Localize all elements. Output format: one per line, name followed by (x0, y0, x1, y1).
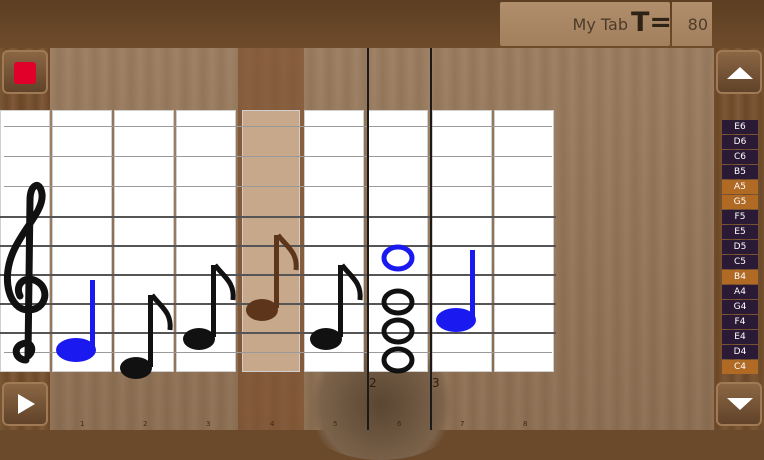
note-item[interactable]: C4 (722, 360, 758, 374)
note-item[interactable]: B4 (722, 270, 758, 284)
tempo-value: 80 (687, 15, 708, 34)
note-item[interactable]: A4 (722, 285, 758, 299)
note-item[interactable]: F5 (722, 210, 758, 224)
chevron-down-icon (727, 398, 753, 410)
tempo-panel[interactable]: 80 (672, 2, 712, 46)
note-item[interactable]: C6 (722, 150, 758, 164)
stop-button[interactable] (2, 50, 48, 94)
column-number: 2 (143, 420, 148, 428)
title-panel[interactable]: My Tab T= (500, 2, 672, 46)
note-eighth[interactable] (183, 263, 236, 350)
score-notes (3, 182, 476, 379)
play-button[interactable] (2, 382, 48, 426)
note-half-blue[interactable] (436, 250, 476, 332)
column-number: 4 (270, 420, 275, 428)
note-item[interactable]: A5 (722, 180, 758, 194)
note-item[interactable]: D5 (722, 240, 758, 254)
column-number: 1 (80, 420, 85, 428)
note-eighth[interactable] (310, 263, 363, 350)
note-item[interactable]: E4 (722, 330, 758, 344)
note-item[interactable]: E5 (722, 225, 758, 239)
note-eighth[interactable] (120, 293, 173, 379)
column-number: 8 (523, 420, 528, 428)
note-list: E6 D6 C6 B5 A5 G5 F5 E5 D5 C5 B4 A4 G4 F… (722, 120, 758, 375)
note-half-blue[interactable] (56, 280, 96, 362)
note-item[interactable]: G4 (722, 300, 758, 314)
treble-clef-icon (3, 182, 49, 364)
note-item[interactable]: B5 (722, 165, 758, 179)
chevron-up-icon (727, 67, 753, 79)
column-number: 6 (397, 420, 402, 428)
stop-icon (14, 62, 36, 84)
column-number: 5 (333, 420, 338, 428)
song-title: My Tab (572, 15, 628, 34)
play-icon (18, 394, 35, 414)
column-number: 7 (460, 420, 465, 428)
tempo-label: T= (630, 7, 672, 38)
column-number: 3 (206, 420, 211, 428)
scroll-down-button[interactable] (716, 382, 762, 426)
note-item[interactable]: G5 (722, 195, 758, 209)
note-eighth-selected[interactable] (246, 233, 299, 321)
note-item[interactable]: F4 (722, 315, 758, 329)
note-item[interactable]: C5 (722, 255, 758, 269)
note-item[interactable]: E6 (722, 120, 758, 134)
note-chord[interactable] (381, 244, 415, 374)
note-item[interactable]: D6 (722, 135, 758, 149)
note-item[interactable]: D4 (722, 345, 758, 359)
scroll-up-button[interactable] (716, 50, 762, 94)
